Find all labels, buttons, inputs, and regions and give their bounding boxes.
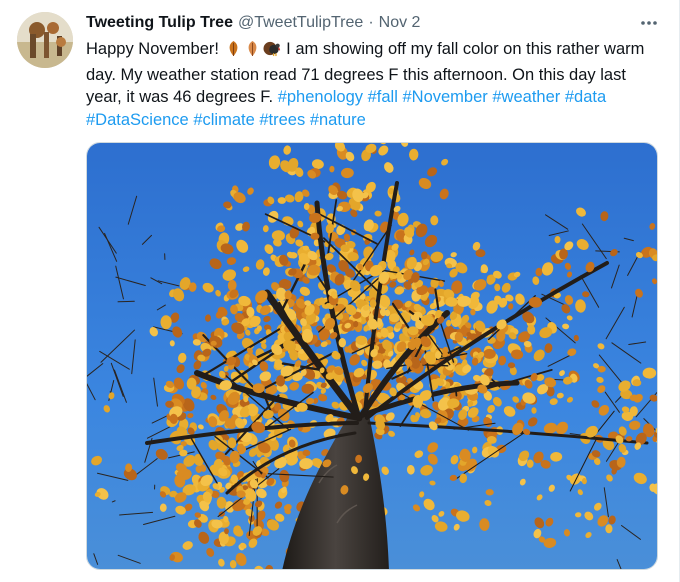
tweet-text-line-3: year, it was 46 degrees F. #phenology #f… bbox=[86, 86, 660, 109]
tweet-text-segment: Happy November! bbox=[86, 40, 224, 58]
hashtag-link[interactable]: #DataScience bbox=[86, 111, 189, 129]
hashtag-link[interactable]: #data bbox=[565, 88, 606, 106]
fallen-leaf-icon bbox=[225, 40, 242, 64]
tweet-text-line-1: Happy November! I am showing off my fall… bbox=[86, 38, 660, 64]
tweet-photo[interactable] bbox=[86, 142, 658, 570]
tweet-date[interactable]: Nov 2 bbox=[379, 14, 421, 32]
separator-dot: · bbox=[368, 14, 374, 31]
hashtag-link[interactable]: #nature bbox=[310, 111, 366, 129]
tweet-header: Tweeting Tulip Tree @TweetTulipTree · No… bbox=[86, 12, 420, 34]
tweet-text-line-2: day. My weather station read 71 degrees … bbox=[86, 65, 626, 84]
tweet-text-line-4: #DataScience #climate #trees #nature bbox=[86, 109, 660, 132]
user-handle[interactable]: @TweetTulipTree bbox=[238, 14, 363, 32]
tweet-text-segment: year, it was 46 degrees F. bbox=[86, 88, 278, 106]
tweet-card[interactable]: Tweeting Tulip Tree @TweetTulipTree · No… bbox=[0, 0, 680, 582]
hashtag-link[interactable]: #phenology bbox=[278, 88, 363, 106]
hashtag-link[interactable]: #weather bbox=[492, 88, 560, 106]
turkey-icon bbox=[263, 40, 281, 64]
tweet-text: Happy November! I am showing off my fall… bbox=[86, 38, 660, 131]
more-horizontal-icon[interactable] bbox=[637, 12, 661, 34]
avatar[interactable] bbox=[17, 12, 73, 68]
avatar-photo bbox=[17, 12, 73, 68]
hashtag-link[interactable]: #climate bbox=[193, 111, 254, 129]
hashtag-link[interactable]: #November bbox=[402, 88, 487, 106]
hashtag-link[interactable]: #trees bbox=[259, 111, 305, 129]
fallen-leaf-icon bbox=[244, 40, 261, 64]
tulip-tree-photo bbox=[87, 143, 657, 569]
tweet-text-segment: I am showing off my fall color on this r… bbox=[281, 40, 645, 58]
display-name[interactable]: Tweeting Tulip Tree bbox=[86, 14, 233, 32]
hashtag-link[interactable]: #fall bbox=[368, 88, 398, 106]
